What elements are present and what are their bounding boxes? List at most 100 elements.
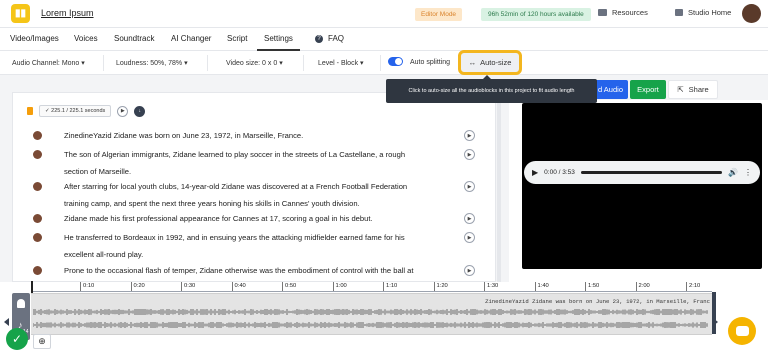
line-play-button[interactable]: ▶ — [464, 265, 475, 276]
chevron-down-icon: ▾ — [279, 60, 283, 67]
chevron-down-icon: ▾ — [81, 60, 85, 67]
ruler-tick-label: 1:20 — [436, 283, 448, 289]
menu-settings[interactable]: Settings — [264, 34, 293, 43]
menu-soundtrack[interactable]: Soundtrack — [114, 34, 154, 43]
ruler-tick-label: 1:10 — [386, 283, 398, 289]
divider — [103, 55, 104, 71]
voice-avatar[interactable] — [33, 233, 42, 242]
line-row: The son of Algerian immigrants, Zidane l… — [64, 150, 406, 159]
divider — [207, 55, 208, 71]
ruler-tick-label: 0:30 — [184, 283, 196, 289]
ruler-tick-mark — [332, 282, 334, 291]
ruler-tick-mark — [80, 282, 81, 291]
loudness-value: Loudness: 50%, 78% — [116, 60, 183, 67]
checkmark-button[interactable]: ✓ — [6, 328, 28, 350]
line-play-button[interactable]: ▶ — [464, 213, 475, 224]
project-title[interactable]: Lorem Ipsum — [41, 8, 94, 18]
download-button[interactable]: ↓ — [134, 105, 146, 117]
voice-avatar[interactable] — [33, 182, 42, 191]
editor-mode-badge: Editor Mode — [415, 8, 463, 21]
timeline: 0:10 0:20 0:30 0:40 0:50 1:00 1:10 1:20 1:30 1:40… — [0, 282, 768, 357]
line-play-button[interactable]: ▶ — [464, 232, 475, 243]
audio-player[interactable]: ▶ 0:00 / 3:53 🔊 ⋮ — [524, 161, 760, 184]
main-menu: Video/Images Voices Soundtrack AI Change… — [0, 28, 768, 51]
script-scrollbar[interactable] — [497, 92, 501, 282]
menu-voices[interactable]: Voices — [74, 34, 98, 43]
menu-ai-changer[interactable]: AI Changer — [171, 34, 211, 43]
ruler-tick-mark — [534, 282, 536, 291]
line-row: Prone to the occasional flash of temper,… — [64, 266, 414, 275]
menu-script[interactable]: Script — [227, 34, 247, 43]
user-avatar[interactable] — [742, 4, 761, 23]
line-play-button[interactable]: ▶ — [464, 181, 475, 192]
ruler-tick-label: 0:50 — [285, 283, 297, 289]
seek-bar[interactable] — [580, 171, 723, 174]
play-all-button[interactable]: ▶ — [117, 105, 129, 117]
auto-size-tooltip: Click to auto-size all the audioblocks i… — [386, 75, 597, 103]
video-size-dropdown[interactable]: Video size: 0 x 0 ▾ — [226, 59, 283, 67]
menu-video-images[interactable]: Video/Images — [10, 34, 59, 43]
auto-size-button[interactable]: ↔ Auto-size — [458, 50, 522, 75]
line-text[interactable]: He transferred to Bordeaux in 1992, and … — [64, 230, 454, 263]
volume-icon[interactable]: 🔊 — [728, 168, 738, 177]
timeline-ruler[interactable]: 0:10 0:20 0:30 0:40 0:50 1:00 1:10 1:20 1:30 1:40… — [32, 282, 712, 292]
resources-label: Resources — [612, 8, 648, 17]
line-text[interactable]: After starring for local youth clubs, 14… — [64, 179, 454, 212]
chevron-down-icon: ▾ — [184, 60, 188, 67]
audio-channel-dropdown[interactable]: Audio Channel: Mono ▾ — [12, 59, 85, 67]
ruler-tick-mark — [130, 282, 132, 291]
line-text[interactable]: ZinedineYazid Zidane was born on June 23… — [64, 128, 454, 145]
voice-avatar[interactable] — [33, 266, 42, 275]
script-panel: ✓ 225.1 / 225.1 seconds ▶ ↓ ZinedineYazi… — [12, 92, 496, 282]
share-button[interactable]: ⇱ Share — [668, 80, 718, 99]
line-text[interactable]: Zidane made his first professional appea… — [64, 211, 454, 228]
faq-link[interactable]: ? FAQ — [315, 34, 344, 43]
divider — [303, 55, 304, 71]
chat-button[interactable] — [728, 317, 756, 345]
ruler-tick-label: 0:10 — [83, 283, 95, 289]
studio-home-link[interactable]: Studio Home — [675, 8, 731, 17]
seconds-badge: ✓ 225.1 / 225.1 seconds — [39, 105, 112, 117]
line-text[interactable]: The son of Algerian immigrants, Zidane l… — [64, 147, 454, 180]
auto-splitting-label: Auto splitting — [410, 59, 451, 66]
track-end-handle[interactable] — [712, 292, 716, 334]
ruler-tick-label: 0:40 — [234, 283, 246, 289]
voice-avatar[interactable] — [33, 131, 42, 140]
audio-track[interactable]: ZinedineYazid Zidane was born on June 23… — [31, 293, 712, 335]
line-play-button[interactable]: ▶ — [464, 149, 475, 160]
help-icon: ? — [315, 34, 323, 43]
line-row: section of Marseille. — [64, 166, 132, 176]
ruler-tick-mark — [635, 282, 637, 291]
level-value: Level - Block — [318, 60, 359, 67]
ruler-tick-mark — [282, 282, 283, 291]
add-track-button[interactable]: ⊕ — [33, 334, 51, 349]
person-icon[interactable] — [17, 299, 25, 308]
ruler-tick-label: 2:00 — [638, 283, 650, 289]
ruler-tick-label: 2:10 — [689, 283, 701, 289]
app-logo-icon[interactable]: ▮▮ — [11, 4, 30, 23]
video-size-value: Video size: 0 x 0 — [226, 60, 278, 67]
ruler-tick-mark — [181, 282, 182, 291]
voice-avatar[interactable] — [33, 150, 42, 159]
video-preview[interactable] — [522, 103, 762, 269]
export-button[interactable]: Export — [630, 80, 666, 99]
loudness-dropdown[interactable]: Loudness: 50%, 78% ▾ — [116, 59, 188, 67]
voice-avatar[interactable] — [33, 214, 42, 223]
hours-available-badge: 96h 52min of 120 hours available — [481, 8, 591, 21]
resources-link[interactable]: Resources — [598, 8, 648, 17]
ruler-tick-label: 1:00 — [335, 283, 347, 289]
script-toolbar: ✓ 225.1 / 225.1 seconds ▶ ↓ — [27, 105, 146, 117]
ruler-tick-label: 1:40 — [537, 283, 549, 289]
line-row: ZinedineYazid Zidane was born on June 23… — [64, 131, 304, 140]
play-icon[interactable]: ▶ — [532, 168, 538, 177]
ruler-tick-mark — [231, 282, 233, 291]
more-options-icon[interactable]: ⋮ — [744, 168, 752, 177]
level-dropdown[interactable]: Level - Block ▾ — [318, 59, 364, 67]
divider — [380, 55, 381, 71]
scroll-left-icon[interactable] — [4, 318, 9, 326]
line-play-button[interactable]: ▶ — [464, 130, 475, 141]
auto-splitting-toggle[interactable] — [388, 57, 403, 66]
line-text[interactable]: Prone to the occasional flash of temper,… — [64, 263, 454, 280]
playhead[interactable] — [31, 281, 33, 293]
auto-size-label: Auto-size — [480, 58, 512, 67]
